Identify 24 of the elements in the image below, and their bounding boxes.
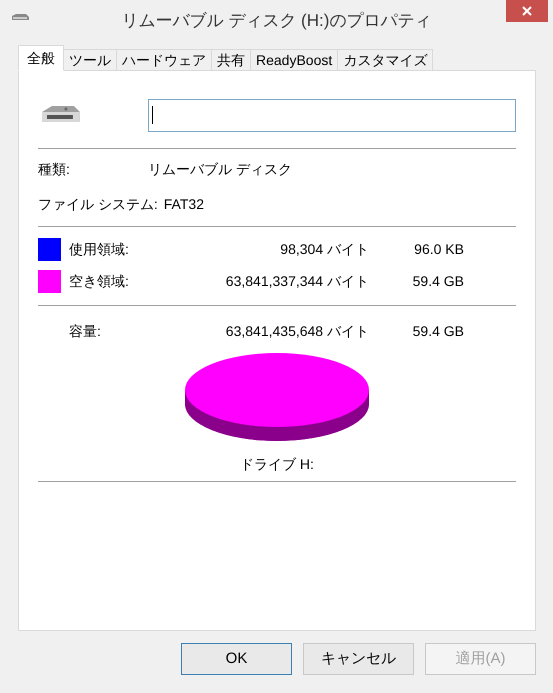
byte-count: 63,841,435,648 バイト [224, 322, 369, 341]
size-value: 59.4 GB [412, 322, 464, 341]
space-label: 使用領域: [69, 240, 130, 258]
byte-count: 63,841,337,344 バイト [224, 272, 369, 290]
size-value: 96.0 KB [413, 240, 464, 258]
close-button[interactable] [506, 0, 548, 22]
dialog-button[interactable]: OK [181, 643, 292, 675]
capacity-label: 容量: [69, 322, 102, 341]
space-label: 空き領域: [69, 272, 130, 290]
tab[interactable]: ReadyBoost [250, 49, 338, 71]
window-title: リムーバブル ディスク (H:)のプロパティ [122, 10, 432, 32]
dialog-button[interactable]: キャンセル [303, 643, 414, 675]
tab[interactable]: カスタマイズ [337, 49, 434, 71]
field-value: FAT32 [164, 195, 204, 214]
name-field[interactable] [148, 98, 516, 132]
field-label: 種類: [38, 160, 71, 179]
drive-icon [10, 13, 30, 22]
size-value: 59.4 GB [412, 272, 464, 290]
byte-count: 98,304 バイト [279, 240, 369, 258]
tab[interactable]: 全般 [18, 45, 64, 71]
drive-label: ドライブ H: [240, 455, 314, 474]
field-value: リムーバブル ディスク [148, 160, 292, 179]
field-label: ファイル システム: [38, 195, 159, 214]
close-icon [522, 6, 532, 16]
